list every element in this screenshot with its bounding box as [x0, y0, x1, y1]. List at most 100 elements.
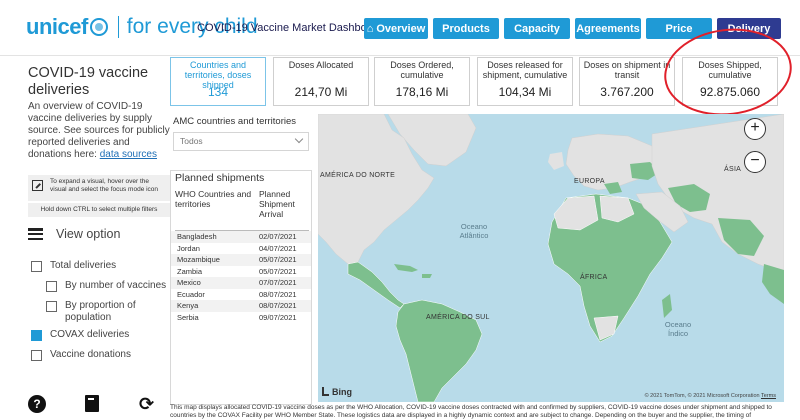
- nav-overview-button[interactable]: ⌂ Overview: [364, 18, 428, 39]
- dashboard-title: COVID-19 Vaccine Market Dashboard: [197, 22, 383, 34]
- nav-products-button[interactable]: Products: [433, 18, 499, 39]
- checkbox[interactable]: [31, 261, 42, 272]
- chevron-down-icon: [294, 134, 304, 144]
- table-body: Bangladesh 02/07/2021 Jordan 04/07/2021 Moza…: [171, 231, 311, 323]
- kpi-value: 104,34 Mi: [498, 85, 552, 99]
- option-label: By number of vaccines: [65, 280, 167, 291]
- checkbox[interactable]: [31, 350, 42, 361]
- terms-link[interactable]: Terms: [761, 393, 776, 399]
- brand-name: unicef: [26, 14, 88, 39]
- map-copyright: © 2021 TomTom, © 2021 Microsoft Corporat…: [645, 393, 776, 399]
- zoom-in-button[interactable]: +: [744, 118, 766, 140]
- option-by-proportion[interactable]: By proportion of population: [46, 300, 156, 324]
- nav-agreements-button[interactable]: Agreements: [575, 18, 641, 39]
- table-row[interactable]: Zambia 05/07/2021: [171, 266, 311, 278]
- kpi-doses-released: Doses released for shipment, cumulative …: [477, 57, 573, 106]
- checkbox[interactable]: [46, 301, 57, 312]
- nav-price-button[interactable]: Price: [646, 18, 712, 39]
- cell-country: Zambia: [177, 266, 203, 276]
- nav-label: Agreements: [576, 22, 640, 35]
- nav-label: Delivery: [727, 22, 771, 35]
- option-label: Total deliveries: [50, 260, 117, 271]
- option-by-number-of-vaccines[interactable]: By number of vaccines: [46, 280, 170, 292]
- column-header-arrival[interactable]: Planned Shipment Arrival: [259, 189, 309, 219]
- kpi-label: Doses Allocated: [288, 60, 354, 70]
- table-row[interactable]: Jordan 04/07/2021: [171, 243, 311, 255]
- book-icon[interactable]: [85, 395, 99, 412]
- delivery-map[interactable]: + − AMÉRICA DO NORTE EUROPA ÁSIA ÁFRICA …: [318, 114, 784, 402]
- bing-text: Bing: [332, 387, 352, 397]
- view-option-header[interactable]: View option: [28, 227, 120, 241]
- nav-capacity-button[interactable]: Capacity: [504, 18, 570, 39]
- table-row[interactable]: Mexico 07/07/2021: [171, 277, 311, 289]
- left-panel: COVID-19 vaccine deliveries An overview …: [0, 57, 170, 420]
- help-icon[interactable]: ?: [28, 395, 46, 413]
- view-option-label: View option: [56, 227, 121, 241]
- nav-label: Capacity: [514, 22, 560, 35]
- kpi-label: Doses Shipped, cumulative: [698, 60, 762, 80]
- nav-label: Products: [442, 22, 490, 35]
- amc-country-select[interactable]: Todos: [173, 132, 309, 151]
- amc-filter: AMC countries and territories Todos: [170, 114, 312, 162]
- cell-arrival-date: 04/07/2021: [259, 243, 297, 253]
- zoom-out-button[interactable]: −: [744, 151, 766, 173]
- option-label: Vaccine donations: [50, 349, 131, 360]
- kpi-label: Doses on shipment in transit: [583, 60, 671, 80]
- page-description: An overview of COVID-19 vaccine deliveri…: [28, 101, 170, 161]
- table-row[interactable]: Kenya 08/07/2021: [171, 300, 311, 312]
- nav-delivery-button[interactable]: Delivery: [717, 18, 781, 39]
- cell-arrival-date: 07/07/2021: [259, 278, 297, 287]
- label-indian-ocean: Oceano Índico: [664, 320, 692, 338]
- option-label: By proportion of population: [65, 300, 136, 323]
- option-label: COVAX deliveries: [50, 329, 130, 340]
- map-footnote: This map displays allocated COVID-19 vac…: [170, 404, 772, 419]
- table-row[interactable]: Mozambique 05/07/2021: [171, 254, 311, 266]
- checkbox-checked[interactable]: [31, 330, 42, 341]
- table-row[interactable]: Serbia 09/07/2021: [171, 312, 311, 324]
- option-total-deliveries[interactable]: Total deliveries: [31, 260, 116, 272]
- globe-icon: [89, 18, 108, 36]
- cell-country: Bangladesh: [177, 232, 217, 241]
- kpi-doses-ordered: Doses Ordered, cumulative 178,16 Mi: [374, 57, 470, 106]
- cell-country: Ecuador: [177, 289, 205, 299]
- label-africa: ÁFRICA: [580, 274, 608, 281]
- cell-arrival-date: 05/07/2021: [259, 255, 297, 264]
- label-north-america: AMÉRICA DO NORTE: [320, 172, 396, 179]
- planned-shipments-table: Planned shipments WHO Countries and terr…: [170, 170, 312, 405]
- cell-arrival-date: 09/07/2021: [259, 312, 297, 322]
- kpi-countries-shipped[interactable]: Countries and territories, doses shipped…: [170, 57, 266, 106]
- option-vaccine-donations[interactable]: Vaccine donations: [31, 349, 131, 361]
- cell-country: Mexico: [177, 278, 201, 287]
- kpi-value: 134: [207, 85, 229, 99]
- cell-arrival-date: 05/07/2021: [259, 266, 297, 276]
- kpi-doses-shipped: Doses Shipped, cumulative 92.875.060: [682, 57, 778, 106]
- logo-divider: [117, 16, 119, 38]
- cell-country: Serbia: [177, 312, 199, 322]
- focus-tip-text: To expand a visual, hover over the visua…: [50, 178, 159, 193]
- table-title: Planned shipments: [175, 172, 265, 184]
- world-map-svg: [318, 114, 784, 402]
- cell-country: Jordan: [177, 243, 200, 253]
- data-sources-link[interactable]: data sources: [100, 149, 157, 160]
- refresh-icon[interactable]: ⟳: [139, 395, 157, 413]
- column-header-country[interactable]: WHO Countries and territories: [175, 189, 255, 209]
- kpi-doses-in-transit: Doses on shipment in transit 3.767.200: [579, 57, 675, 106]
- bing-icon: [322, 387, 329, 396]
- label-atlantic-ocean: Oceano Atlântico: [459, 222, 489, 240]
- label-europe: EUROPA: [574, 178, 605, 185]
- page-title: COVID-19 vaccine deliveries: [28, 65, 149, 98]
- cell-country: Kenya: [177, 301, 199, 310]
- table-row[interactable]: Ecuador 08/07/2021: [171, 289, 311, 301]
- kpi-value: 178,16 Mi: [395, 85, 449, 99]
- table-row[interactable]: Bangladesh 02/07/2021: [171, 231, 311, 243]
- checkbox[interactable]: [46, 281, 57, 292]
- nav-label: Overview: [376, 22, 426, 35]
- kpi-value: 214,70 Mi: [294, 85, 348, 99]
- kpi-label: Doses Ordered, cumulative: [390, 60, 454, 80]
- kpi-value: 3.767.200: [600, 85, 654, 99]
- header: unicef for every child COVID-19 Vaccine …: [0, 0, 800, 56]
- expand-icon: [32, 180, 43, 191]
- amc-filter-title: AMC countries and territories: [173, 116, 297, 127]
- label-asia: ÁSIA: [724, 166, 742, 173]
- option-covax-deliveries[interactable]: COVAX deliveries: [31, 329, 129, 341]
